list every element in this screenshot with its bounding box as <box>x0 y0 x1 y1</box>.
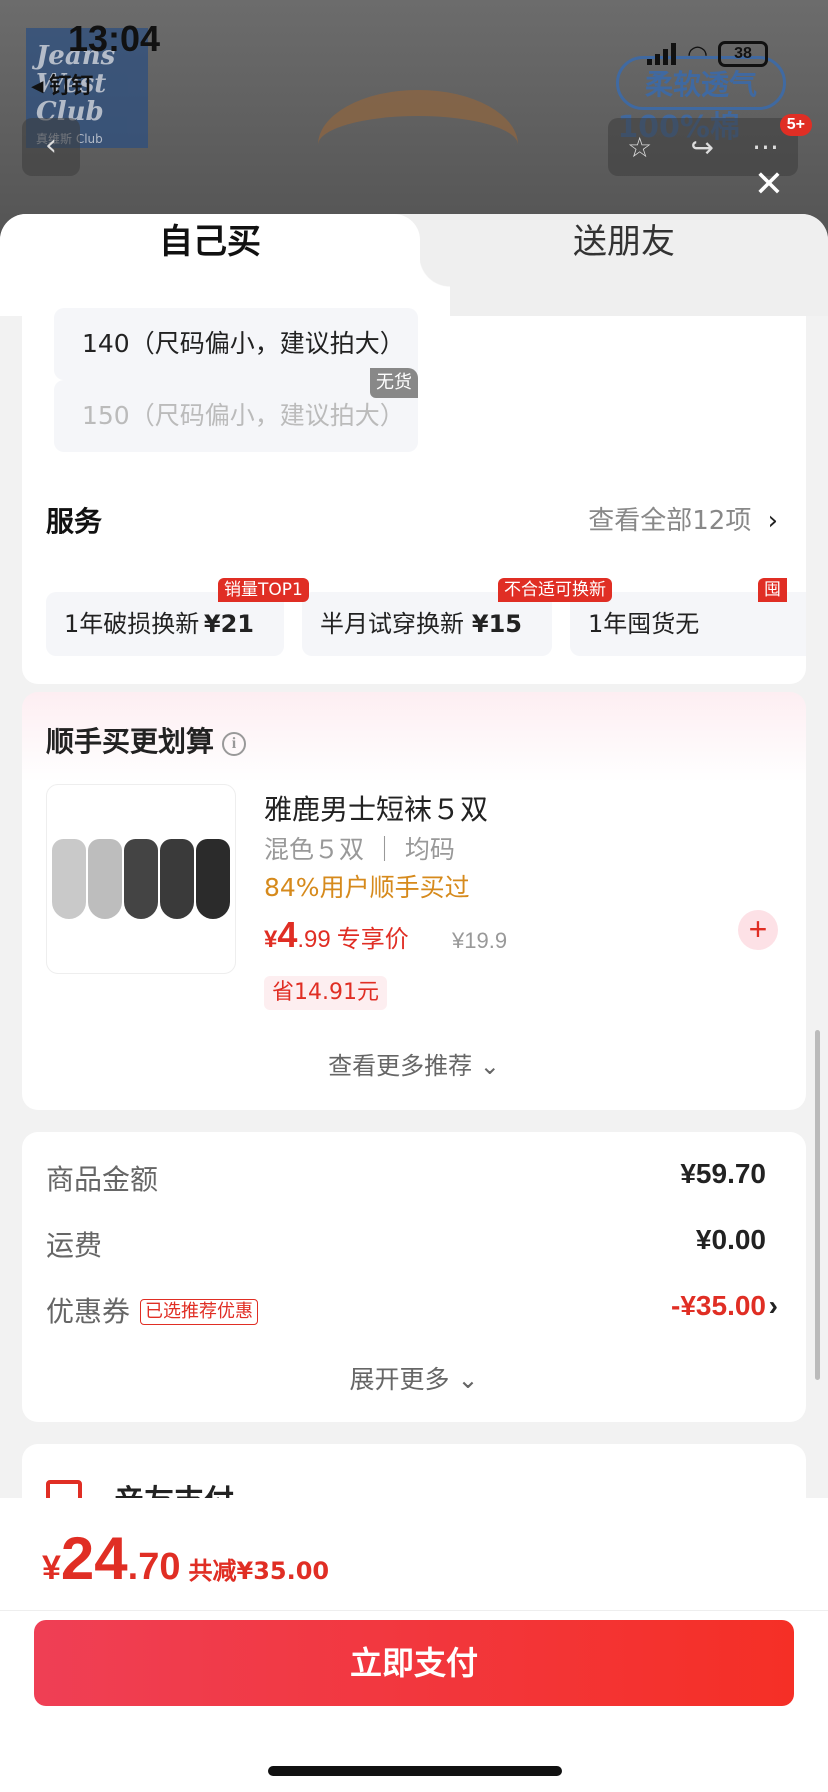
signal-icon <box>647 43 677 65</box>
back-to-app[interactable]: ◂ 钉钉 <box>32 68 93 100</box>
hanger-image <box>318 90 518 200</box>
services-title: 服务 <box>46 505 103 538</box>
close-icon[interactable]: ✕ <box>754 164 784 205</box>
battery-icon: 38 <box>718 41 768 67</box>
scrollbar[interactable] <box>815 1030 820 1380</box>
size-option[interactable]: 140（尺码偏小，建议拍大） <box>54 308 418 380</box>
add-icon[interactable]: + <box>738 910 778 950</box>
shipping-row: 运费 ¥0.00 <box>46 1224 766 1262</box>
size-option-disabled: 150（尺码偏小，建议拍大） 无货 <box>54 368 418 452</box>
product-price: ¥4.99 专享价 <box>264 914 409 955</box>
more-recommendations[interactable]: 查看更多推荐 ⌄ <box>22 1046 806 1081</box>
original-price: ¥19.9 <box>452 928 508 953</box>
more-icon[interactable]: ··· <box>752 131 779 164</box>
coupon-row[interactable]: 优惠券 已选推荐优惠 -¥35.00 <box>46 1290 766 1330</box>
product-image[interactable] <box>46 784 236 974</box>
goods-amount-row: 商品金额 ¥59.70 <box>46 1158 766 1196</box>
recommend-title: 顺手买更划算 i <box>46 720 247 760</box>
chevron-right-icon[interactable]: › <box>769 1290 778 1322</box>
checkout-bar: ¥24.70 共减¥35.00 立即支付 <box>0 1498 828 1792</box>
coupon-value: -¥35.00 <box>671 1290 766 1321</box>
divider <box>0 1610 828 1611</box>
options-card: 140（尺码偏小，建议拍大） 150（尺码偏小，建议拍大） 无货 服务 查看全部… <box>22 308 806 684</box>
services-row: 1年破损换新 ¥21 半月试穿换新 ¥15 1年囤货无 <box>46 592 806 656</box>
home-indicator[interactable] <box>268 1766 562 1776</box>
service-tag: 销量TOP1 <box>218 578 309 602</box>
info-icon[interactable]: i <box>222 732 247 756</box>
pay-now-button[interactable]: 立即支付 <box>34 1620 794 1706</box>
coupon-tag: 已选推荐优惠 <box>140 1299 259 1325</box>
product-name[interactable]: 雅鹿男士短袜５双 <box>264 788 488 828</box>
chevron-right-icon: › <box>767 506 778 536</box>
service-tag: 不合适可换新 <box>498 578 612 602</box>
total-price: ¥24.70 共减¥35.00 <box>42 1525 330 1592</box>
cart-badge: 5+ <box>779 114 812 136</box>
service-tag: 囤 <box>758 578 787 602</box>
summary-card: 商品金额 ¥59.70 运费 ¥0.00 优惠券 已选推荐优惠 -¥35.00 › 展… <box>22 1132 806 1422</box>
tab-friend[interactable]: 送朋友 <box>420 214 828 316</box>
star-icon[interactable]: ☆ <box>627 131 652 164</box>
expand-more[interactable]: 展开更多 ⌄ <box>22 1360 806 1396</box>
save-badge: 省14.91元 <box>264 976 387 1010</box>
product-buyers: 84%用户顺手买过 <box>264 873 470 902</box>
status-time: 13:04 <box>68 18 161 59</box>
product-spec: 混色５双 ｜ 均码 <box>264 835 455 864</box>
view-all-services[interactable]: 查看全部12项 › <box>588 500 778 537</box>
tab-self[interactable]: 自己买 <box>0 214 450 316</box>
recommend-card: 顺手买更划算 i 雅鹿男士短袜５双 混色５双 ｜ 均码 84%用户顺手买过 ¥4.… <box>22 692 806 1110</box>
wifi-icon: ◠ <box>687 40 708 68</box>
out-of-stock-badge: 无货 <box>370 368 418 398</box>
back-button[interactable]: ‹ <box>22 118 80 176</box>
status-icons: ◠ 38 <box>647 40 768 68</box>
tab-bar: 自己买 送朋友 <box>0 214 828 316</box>
share-icon[interactable]: ↪ <box>690 131 713 164</box>
